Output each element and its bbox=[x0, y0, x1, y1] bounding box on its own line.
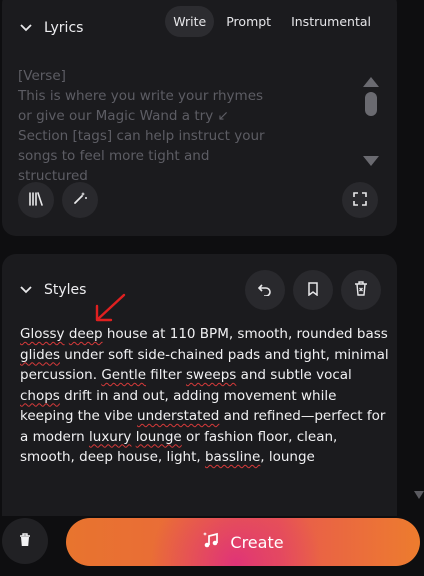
styles-text-span: house at 110 BPM, smooth, rounded bass bbox=[102, 326, 388, 342]
scroll-down-icon[interactable] bbox=[363, 151, 379, 170]
misspelled-word: glides bbox=[20, 346, 60, 363]
library-button[interactable] bbox=[18, 182, 54, 218]
undo-icon bbox=[257, 281, 272, 300]
lyrics-title: Lyrics bbox=[44, 20, 84, 36]
misspelled-word: understated bbox=[137, 408, 220, 424]
styles-text-span: , lounge bbox=[260, 449, 315, 465]
scroll-up-icon[interactable] bbox=[363, 72, 379, 91]
styles-input[interactable]: Glossy deep house at 110 BPM, smooth, ro… bbox=[20, 324, 390, 468]
chevron-down-icon bbox=[20, 284, 32, 296]
lyrics-panel: Lyrics Write Prompt Instrumental [Verse]… bbox=[2, 0, 397, 236]
delete-button[interactable] bbox=[2, 518, 48, 564]
misspelled-word: deep bbox=[68, 326, 103, 342]
chevron-down-icon bbox=[20, 22, 32, 34]
clear-icon bbox=[354, 280, 368, 300]
clear-styles-button[interactable] bbox=[341, 270, 381, 310]
annotation-arrow-icon bbox=[92, 292, 128, 328]
page-scroll-down-icon[interactable] bbox=[414, 484, 424, 503]
tab-prompt[interactable]: Prompt bbox=[218, 6, 279, 37]
create-label: Create bbox=[230, 532, 284, 552]
misspelled-word: Glossy bbox=[20, 326, 65, 342]
undo-button[interactable] bbox=[245, 270, 285, 310]
trash-icon bbox=[19, 532, 31, 551]
misspelled-word: chops bbox=[20, 387, 60, 404]
magic-wand-icon bbox=[72, 190, 88, 210]
expand-button[interactable] bbox=[342, 182, 378, 218]
lyrics-mode-tabs: Write Prompt Instrumental bbox=[165, 6, 379, 37]
lyrics-input[interactable]: [Verse] This is where you write your rhy… bbox=[18, 66, 278, 186]
lyrics-header[interactable]: Lyrics bbox=[20, 20, 83, 36]
create-button[interactable]: Create bbox=[66, 518, 420, 566]
bookmark-button[interactable] bbox=[293, 270, 333, 310]
tab-write[interactable]: Write bbox=[165, 6, 215, 37]
lyrics-scrollbar-thumb[interactable] bbox=[365, 92, 377, 116]
library-icon bbox=[28, 191, 44, 210]
misspelled-word: Gentle bbox=[101, 367, 147, 383]
misspelled-word: luxury bbox=[89, 428, 132, 445]
magic-wand-button[interactable] bbox=[62, 182, 98, 218]
expand-icon bbox=[353, 191, 367, 210]
bookmark-icon bbox=[307, 281, 319, 300]
misspelled-word: lounge bbox=[135, 428, 182, 445]
styles-text-span: filter bbox=[146, 367, 187, 383]
misspelled-word: bassline bbox=[204, 449, 261, 465]
styles-title: Styles bbox=[44, 282, 87, 298]
styles-text-span: and subtle vocal bbox=[236, 367, 352, 383]
styles-panel: Styles Glossy deep house at 110 BPM, smo… bbox=[2, 254, 397, 516]
misspelled-word: sweeps bbox=[186, 367, 237, 383]
music-sparkle-icon bbox=[202, 531, 220, 553]
styles-header[interactable]: Styles bbox=[20, 282, 86, 298]
tab-instrumental[interactable]: Instrumental bbox=[283, 6, 379, 37]
